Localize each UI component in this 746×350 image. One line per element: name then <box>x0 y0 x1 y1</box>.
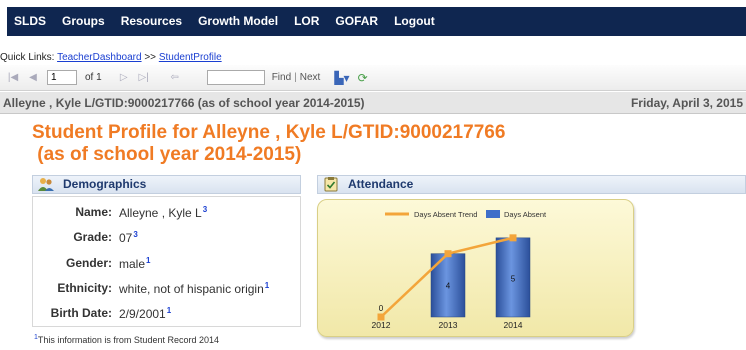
nav-groups[interactable]: Groups <box>54 7 113 36</box>
gender-label: Gender: <box>65 256 112 270</box>
name-value: Alleyne , Kyle L3 <box>119 205 207 220</box>
demo-row-ethnicity: Ethnicity: white, not of hispanic origin… <box>33 278 302 298</box>
top-navigation: SLDS Groups Resources Growth Model LOR G… <box>0 0 746 36</box>
data-label-2014: 5 <box>511 274 516 283</box>
grade-value: 073 <box>119 230 138 245</box>
nav-bar: SLDS Groups Resources Growth Model LOR G… <box>7 7 746 36</box>
legend-bar-swatch <box>486 210 500 218</box>
data-label-2012: 0 <box>379 304 384 313</box>
ethnicity-label: Ethnicity: <box>57 281 112 295</box>
page-count: of 1 <box>85 72 102 83</box>
demographics-header: Demographics <box>32 175 301 194</box>
page-number-input[interactable] <box>47 70 77 85</box>
demo-row-name: Name: Alleyne , Kyle L3 <box>33 202 302 222</box>
footnote-text: This information is from Student Record … <box>37 335 219 345</box>
nav-slds[interactable]: SLDS <box>7 7 54 36</box>
grade-text: 07 <box>119 231 133 245</box>
quick-links-prefix: Quick Links: <box>0 52 58 63</box>
ethnicity-value: white, not of hispanic origin1 <box>119 281 269 296</box>
report-student-label: Alleyne , Kyle L/GTID:9000217766 (as of … <box>3 96 365 110</box>
attendance-chart-svg: Days Absent Trend Days Absent 0 4 5 2012 2013 2… <box>372 210 547 330</box>
gender-value: male1 <box>119 256 150 271</box>
birthdate-value: 2/9/20011 <box>119 306 171 321</box>
find-input[interactable] <box>206 70 265 85</box>
gender-footnote-ref[interactable]: 1 <box>146 256 150 265</box>
nav-lor[interactable]: LOR <box>286 7 327 36</box>
x-tick-2012: 2012 <box>372 320 391 330</box>
demographics-table: Name: Alleyne , Kyle L3 Grade: 073 Gende… <box>32 196 301 327</box>
next-link[interactable]: Next <box>300 72 321 83</box>
nav-growth-model[interactable]: Growth Model <box>190 7 286 36</box>
demo-row-grade: Grade: 073 <box>33 227 302 247</box>
grade-footnote-ref[interactable]: 3 <box>133 230 137 239</box>
breadcrumb-separator: >> <box>141 52 159 63</box>
attendance-title: Attendance <box>348 177 414 191</box>
birthdate-text: 2/9/2001 <box>119 307 166 321</box>
trend-point-2013 <box>444 250 452 258</box>
demo-row-birthdate: Birth Date: 2/9/20011 <box>33 303 302 323</box>
teacher-dashboard-link[interactable]: TeacherDashboard <box>57 52 142 63</box>
data-label-2013: 4 <box>446 282 451 291</box>
demographics-title: Demographics <box>63 177 147 191</box>
trend-point-2014 <box>509 234 517 242</box>
export-icon[interactable]: ▙▾ <box>334 71 349 85</box>
find-link[interactable]: Find <box>272 72 291 83</box>
grade-label: Grade: <box>73 230 112 244</box>
birthdate-footnote-ref[interactable]: 1 <box>167 306 171 315</box>
page-title: Student Profile for Alleyne , Kyle L/GTI… <box>32 122 505 166</box>
attendance-chart: Days Absent Trend Days Absent 0 4 5 2012 2013 2… <box>317 199 634 337</box>
back-icon[interactable]: ⇦ <box>168 72 182 83</box>
demo-row-gender: Gender: male1 <box>33 253 302 273</box>
title-line-1: Student Profile for Alleyne , Kyle L/GTI… <box>32 122 506 143</box>
legend-trend-label: Days Absent Trend <box>414 210 477 219</box>
next-page-icon[interactable]: ▷ <box>117 72 131 83</box>
find-separator: | <box>294 72 297 83</box>
first-page-icon[interactable]: |◀ <box>6 72 20 83</box>
refresh-icon[interactable]: ⟳ <box>358 71 368 85</box>
report-date: Friday, April 3, 2015 <box>630 96 743 110</box>
ethnicity-footnote-ref[interactable]: 1 <box>265 281 269 290</box>
report-toolbar: |◀ ◀ of 1 ▷ ▷| ⇦ Find | Next ▙▾ ⟳ <box>0 65 746 91</box>
demographics-people-icon <box>38 178 54 191</box>
attendance-header: Attendance <box>317 175 746 194</box>
name-text: Alleyne , Kyle L <box>119 206 202 220</box>
birthdate-label: Birth Date: <box>50 306 112 320</box>
demographics-footnote: 1This information is from Student Record… <box>33 334 219 345</box>
title-line-2: (as of school year 2014-2015) <box>32 144 302 165</box>
gender-text: male <box>119 257 146 271</box>
report-header: Alleyne , Kyle L/GTID:9000217766 (as of … <box>0 92 746 114</box>
prev-page-icon[interactable]: ◀ <box>26 72 40 83</box>
quick-links: Quick Links: TeacherDashboard >> Student… <box>0 52 222 63</box>
nav-gofar[interactable]: GOFAR <box>327 7 386 36</box>
student-profile-link[interactable]: StudentProfile <box>159 52 222 63</box>
attendance-clipboard-icon <box>324 177 338 192</box>
legend-bar-label: Days Absent <box>504 210 547 219</box>
x-tick-2014: 2014 <box>504 320 523 330</box>
last-page-icon[interactable]: ▷| <box>137 72 151 83</box>
x-tick-2013: 2013 <box>439 320 458 330</box>
ethnicity-text: white, not of hispanic origin <box>119 282 264 296</box>
name-footnote-ref[interactable]: 3 <box>203 205 207 214</box>
nav-logout[interactable]: Logout <box>386 7 443 36</box>
nav-resources[interactable]: Resources <box>113 7 190 36</box>
name-label: Name: <box>75 205 112 219</box>
